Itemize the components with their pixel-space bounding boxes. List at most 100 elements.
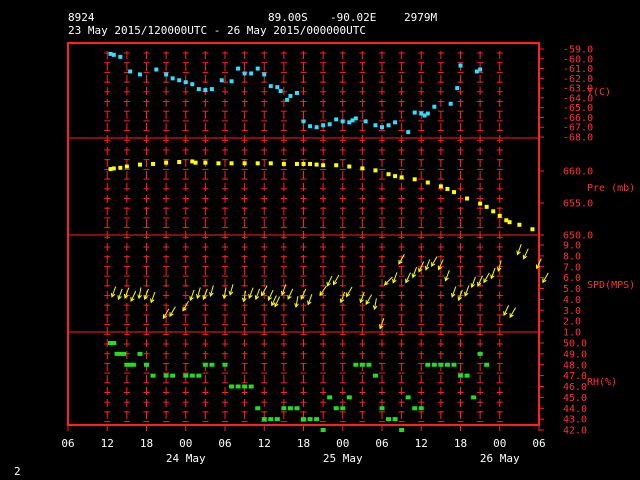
temperature-point [177, 78, 182, 83]
pressure-point [347, 164, 352, 169]
wind-arrow [228, 284, 234, 296]
y-tick-label-wind: 5.0 [563, 284, 581, 295]
y-tick-label-rh: 48.0 [563, 360, 587, 371]
pressure-point [255, 161, 260, 166]
temperature-point [268, 84, 273, 89]
y-tick-label-rh: 49.0 [563, 349, 587, 360]
wind-arrow [189, 289, 195, 302]
temperature-point [236, 66, 241, 71]
wind-arrow [294, 296, 299, 308]
temperature-point [229, 79, 234, 84]
rh-point [274, 417, 280, 422]
rh-point [372, 373, 378, 378]
wind-arrow [260, 285, 268, 297]
rh-point [189, 373, 195, 378]
pressure-point [334, 163, 339, 168]
rh-point [392, 417, 398, 422]
pressure-point [151, 161, 156, 166]
temperature-point [425, 111, 430, 116]
y-tick-label-rh: 42.0 [563, 426, 587, 437]
x-tick-label: 12 [415, 437, 428, 450]
x-tick-label: 06 [532, 437, 545, 450]
x-tick-label: 06 [218, 437, 231, 450]
temperature-point [137, 72, 142, 77]
rh-point [451, 362, 457, 367]
rh-point [320, 428, 326, 432]
rh-point [464, 373, 470, 378]
pressure-point [465, 196, 470, 201]
rh-point [222, 362, 228, 367]
pressure-point [137, 162, 142, 167]
panel-label-temperature: T(C) [587, 87, 611, 98]
temperature-point [448, 101, 453, 106]
rh-point [137, 351, 143, 356]
pressure-point [530, 227, 535, 232]
pressure-point [393, 174, 398, 179]
wind-arrow [405, 272, 411, 284]
wind-arrow [209, 285, 214, 297]
wind-arrow [365, 294, 373, 306]
x-date-label: 25 May [323, 452, 363, 465]
temperature-point [386, 123, 391, 128]
chart-grid [67, 42, 544, 431]
y-tick-label-temperature: -68.0 [563, 133, 593, 144]
wind-arrow [287, 288, 294, 300]
x-tick-label: 06 [375, 437, 388, 450]
pressure-point [478, 201, 483, 206]
wind-arrow [202, 288, 208, 301]
rh-point [359, 362, 365, 367]
temperature-point [314, 125, 319, 130]
temperature-point [275, 85, 280, 90]
rh-point [314, 417, 320, 422]
temperature-point [406, 130, 411, 135]
temperature-point [170, 76, 175, 81]
pressure-point [216, 161, 221, 166]
wind-arrow [326, 275, 333, 287]
x-date-label: 24 May [166, 452, 206, 465]
wind-arrow [137, 287, 142, 300]
wind-arrow [182, 300, 189, 312]
rh-point [248, 384, 254, 389]
pressure-point [164, 160, 169, 165]
y-tick-label-wind: 2.0 [563, 317, 581, 328]
rh-point [386, 417, 392, 422]
rh-point [130, 362, 136, 367]
temperature-point [340, 119, 345, 124]
temperature-point [219, 78, 224, 83]
rh-point [202, 362, 208, 367]
pressure-point [203, 160, 208, 165]
wind-arrow [332, 274, 340, 286]
wind-arrow [522, 248, 529, 260]
x-tick-label: 06 [61, 437, 74, 450]
x-tick-label: 18 [454, 437, 467, 450]
time-period: 23 May 2015/120000UTC - 26 May 2015/0000… [68, 24, 367, 37]
station-id: 8924 [68, 11, 95, 24]
wind-arrow [267, 289, 274, 301]
y-tick-label-pressure: 655.0 [563, 199, 593, 210]
pressure-point [451, 190, 456, 195]
y-tick-label-wind: 3.0 [563, 306, 581, 317]
temperature-point [294, 91, 299, 95]
rh-point [294, 406, 300, 411]
wind-arrow [464, 285, 470, 297]
rh-point [209, 362, 215, 367]
temperature-point [353, 116, 358, 121]
rh-point [379, 406, 385, 411]
pressure-point [484, 204, 489, 209]
wind-arrow [483, 272, 490, 284]
pressure-point [412, 177, 417, 182]
x-tick-label: 12 [258, 437, 271, 450]
rh-point [425, 362, 431, 367]
x-tick-label: 00 [336, 437, 349, 450]
rh-point [170, 373, 176, 378]
x-tick-label: 12 [101, 437, 114, 450]
temperature-point [111, 52, 116, 57]
pressure-point [373, 168, 378, 173]
temperature-point [308, 124, 313, 129]
y-tick-label-wind: 1.0 [563, 328, 581, 339]
pressure-point [360, 166, 365, 171]
temperature-point [278, 89, 283, 94]
pressure-point [111, 166, 116, 171]
pressure-point [438, 184, 443, 189]
temperature-point [183, 80, 188, 85]
